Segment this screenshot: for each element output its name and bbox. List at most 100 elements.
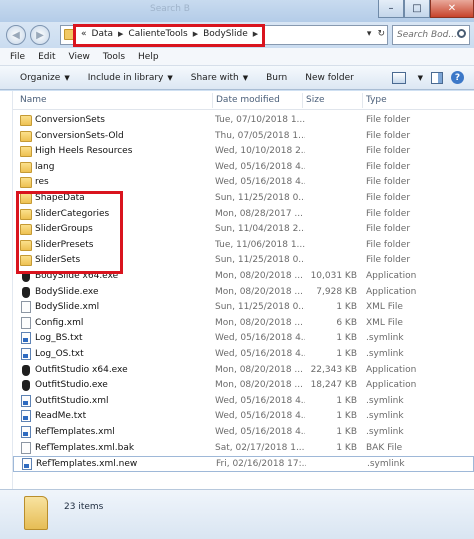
- file-type: File folder: [366, 193, 411, 203]
- file-name: OutfitStudio x64.exe: [35, 364, 128, 375]
- file-type: .symlink: [366, 411, 404, 422]
- highlight-box-folders: [16, 191, 123, 274]
- file-name: RefTemplates.xml.bak: [35, 442, 135, 453]
- application-icon: [22, 380, 30, 392]
- file-row[interactable]: RefTemplates.xml.new Fri, 02/16/2018 17:.…: [13, 456, 474, 472]
- file-date: Tue, 07/10/2018 1...: [215, 115, 305, 125]
- file-size: 1 KB: [336, 442, 357, 453]
- column-divider[interactable]: [212, 93, 213, 108]
- file-row[interactable]: Log_OS.txt Wed, 05/16/2018 4... 1 KB .symli…: [13, 347, 474, 363]
- file-name: Config.xml: [35, 317, 84, 328]
- file-type: File folder: [366, 208, 411, 219]
- forward-button[interactable]: ▶: [30, 25, 50, 45]
- navigation-pane[interactable]: [0, 91, 13, 489]
- file-date: Sun, 11/04/2018 2...: [215, 224, 305, 235]
- window-controls: – □ ✕: [378, 0, 474, 18]
- file-type: File folder: [366, 239, 411, 250]
- column-name[interactable]: Name: [20, 95, 47, 105]
- file-row[interactable]: RefTemplates.xml Wed, 05/16/2018 4... 1 KB…: [13, 425, 474, 441]
- document-icon: [21, 316, 31, 329]
- file-name: BodySlide.exe: [35, 286, 99, 297]
- file-row[interactable]: lang Wed, 05/16/2018 4... File folder: [13, 160, 474, 176]
- preview-pane-icon[interactable]: [431, 71, 443, 84]
- file-type: File folder: [366, 177, 411, 188]
- include-in-library-button[interactable]: Include in library ▼: [88, 73, 173, 83]
- file-date: Wed, 05/16/2018 4...: [215, 161, 305, 172]
- status-bar: 23 items: [0, 489, 474, 539]
- column-date[interactable]: Date modified: [216, 95, 280, 105]
- file-list[interactable]: Name Date modified Size Type ConversionS…: [13, 91, 474, 489]
- menu-view[interactable]: View: [69, 52, 90, 62]
- file-type: .symlink: [366, 395, 404, 406]
- file-name: ConversionSets: [35, 115, 105, 125]
- file-type: BAK File: [366, 442, 403, 453]
- file-name: RefTemplates.xml: [35, 427, 115, 437]
- file-row[interactable]: ReadMe.txt Wed, 05/16/2018 4... 1 KB .symli…: [13, 409, 474, 425]
- file-type: Application: [366, 380, 417, 391]
- column-header: Name Date modified Size Type: [13, 91, 474, 110]
- file-type: Application: [366, 364, 417, 375]
- file-row[interactable]: ConversionSets-Old Thu, 07/05/2018 1... Fi…: [13, 129, 474, 145]
- file-row[interactable]: BodySlide.xml Sun, 11/25/2018 0... 1 KB XML…: [13, 300, 474, 316]
- new-folder-label: New folder: [305, 72, 354, 83]
- document-icon: [21, 301, 31, 314]
- highlight-box-address: [73, 24, 265, 47]
- window-title: Search B: [150, 4, 190, 14]
- burn-button[interactable]: Burn: [266, 73, 287, 83]
- file-date: Wed, 05/16/2018 4...: [215, 177, 305, 188]
- new-folder-button[interactable]: New folder: [305, 73, 354, 83]
- file-name: lang: [35, 161, 55, 172]
- menu-edit[interactable]: Edit: [38, 52, 55, 62]
- column-divider[interactable]: [302, 93, 303, 108]
- file-type: File folder: [366, 146, 411, 157]
- file-size: 7,928 KB: [316, 286, 357, 297]
- change-view-icon[interactable]: [391, 71, 406, 84]
- file-row[interactable]: res Wed, 05/16/2018 4... File folder: [13, 175, 474, 191]
- file-type: File folder: [366, 161, 411, 172]
- refresh-icon[interactable]: ↻: [377, 29, 385, 39]
- search-icon[interactable]: [457, 29, 466, 38]
- organize-label: Organize: [20, 72, 61, 83]
- file-row[interactable]: Log_BS.txt Wed, 05/16/2018 4... 1 KB .symli…: [13, 331, 474, 347]
- menu-help[interactable]: Help: [138, 52, 159, 62]
- file-size: 10,031 KB: [310, 271, 357, 281]
- file-row[interactable]: ConversionSets Tue, 07/10/2018 1... File f…: [13, 113, 474, 129]
- file-row[interactable]: OutfitStudio.exe Mon, 08/20/2018 ... 18,24…: [13, 378, 474, 394]
- file-row[interactable]: OutfitStudio.xml Wed, 05/16/2018 4... 1 KB…: [13, 394, 474, 410]
- help-icon[interactable]: ?: [451, 71, 464, 84]
- file-date: Sun, 11/25/2018 0...: [215, 255, 305, 266]
- file-date: Mon, 08/20/2018 ...: [215, 286, 304, 297]
- file-name: res: [35, 177, 49, 188]
- close-button[interactable]: ✕: [430, 0, 474, 18]
- file-row[interactable]: OutfitStudio x64.exe Mon, 08/20/2018 ... 2…: [13, 363, 474, 379]
- minimize-button[interactable]: –: [378, 0, 404, 18]
- caret-down-icon[interactable]: ▼: [418, 74, 423, 82]
- file-name: BodySlide.xml: [35, 302, 100, 313]
- menu-file[interactable]: File: [10, 52, 25, 62]
- file-row[interactable]: RefTemplates.xml.bak Sat, 02/17/2018 1...…: [13, 441, 474, 457]
- file-row[interactable]: High Heels Resources Wed, 10/10/2018 2...…: [13, 144, 474, 160]
- file-row[interactable]: Config.xml Mon, 08/20/2018 ... 6 KB XML Fil…: [13, 316, 474, 332]
- address-dropdown-icon[interactable]: ▾: [367, 29, 372, 39]
- file-row[interactable]: BodySlide.exe Mon, 08/20/2018 ... 7,928 KB…: [13, 285, 474, 301]
- file-name: Log_BS.txt: [35, 333, 83, 344]
- back-button[interactable]: ◀: [6, 25, 26, 45]
- column-divider[interactable]: [362, 93, 363, 108]
- file-date: Mon, 08/28/2017 ...: [215, 208, 304, 219]
- column-size[interactable]: Size: [306, 95, 324, 105]
- file-size: 1 KB: [336, 333, 357, 344]
- menu-tools[interactable]: Tools: [103, 52, 125, 62]
- maximize-button[interactable]: □: [404, 0, 430, 18]
- column-type[interactable]: Type: [366, 95, 387, 105]
- document-icon: [21, 441, 31, 454]
- menu-bar: File Edit View Tools Help: [0, 48, 474, 66]
- file-date: Mon, 08/20/2018 ...: [215, 271, 304, 281]
- file-type: Application: [366, 286, 417, 297]
- search-input[interactable]: Search Bod...: [392, 25, 470, 45]
- file-size: 1 KB: [336, 302, 357, 313]
- share-with-button[interactable]: Share with ▼: [191, 73, 248, 83]
- item-count: 23 items: [64, 502, 104, 512]
- file-date: Thu, 07/05/2018 1...: [215, 130, 305, 141]
- file-size: 6 KB: [336, 317, 357, 328]
- organize-button[interactable]: Organize ▼: [20, 73, 70, 83]
